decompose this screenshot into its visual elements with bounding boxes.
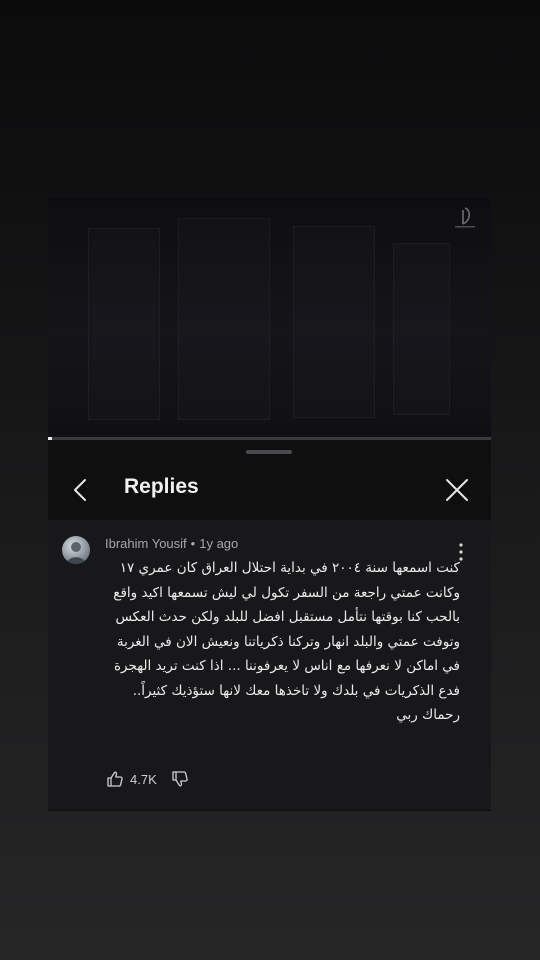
video-background-shape	[88, 228, 160, 420]
comment-text: كنت اسمعها سنة ٢٠٠٤ في بداية احتلال العر…	[109, 560, 460, 723]
video-player[interactable]	[48, 198, 491, 438]
thumb-up-icon[interactable]	[106, 770, 124, 788]
comment-author[interactable]: Ibrahim Yousif	[105, 536, 187, 551]
avatar[interactable]	[62, 536, 90, 564]
like-count: 4.7K	[130, 771, 157, 787]
comment-item: Ibrahim Yousif • 1y ago كنت اسمعها سنة ٢٠٠…	[48, 520, 491, 810]
thumb-down-icon[interactable]	[171, 770, 189, 788]
replies-header: Replies	[48, 460, 491, 520]
chevron-left-icon[interactable]	[68, 476, 94, 504]
avatar-image	[66, 542, 86, 564]
video-background-shape	[393, 243, 450, 415]
meta-separator: •	[190, 536, 196, 551]
page-title: Replies	[124, 475, 199, 498]
comment-meta: Ibrahim Yousif • 1y ago	[105, 536, 238, 551]
video-progress-bar[interactable]	[48, 437, 491, 440]
comment-timestamp: 1y ago	[199, 536, 239, 551]
channel-logo-icon	[455, 207, 475, 228]
comment-sheet-card: Replies Ibrahim Yousif • 1y ago كنت اسمعها…	[48, 198, 491, 811]
video-background-shape	[178, 218, 270, 420]
close-icon[interactable]	[443, 476, 471, 504]
video-progress-fill	[48, 437, 53, 440]
video-background-shape	[293, 226, 375, 418]
comment-actions: 4.7K	[106, 768, 189, 790]
sheet-drag-handle[interactable]	[246, 450, 292, 454]
